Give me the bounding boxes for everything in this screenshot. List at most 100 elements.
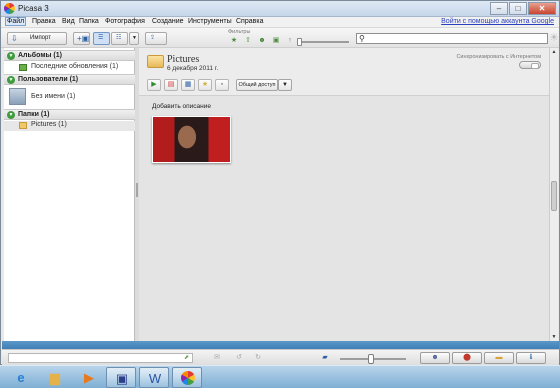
share-button[interactable]: Общий доступ	[236, 79, 278, 91]
share-tray-icon: ✉	[214, 354, 220, 361]
list-view-icon: ☰	[98, 35, 104, 41]
tree-view-icon: ☷	[116, 35, 122, 41]
menu-help[interactable]: Справка	[236, 18, 263, 25]
taskbar-picasa[interactable]	[172, 367, 202, 388]
tag-icon: ▬	[495, 354, 503, 361]
scroll-thumb[interactable]	[551, 181, 557, 211]
upload-icon[interactable]: ⇧	[244, 37, 252, 45]
pin-icon[interactable]: ⬈	[184, 354, 189, 361]
zoom-slider-handle[interactable]	[368, 354, 374, 364]
person-icon: ☻	[431, 354, 439, 361]
taskbar-explorer[interactable]: ▆	[40, 367, 70, 388]
expand-icon: ▼	[7, 52, 15, 60]
menu-file[interactable]: Файл	[5, 17, 27, 26]
menu-view[interactable]: Вид	[62, 18, 75, 25]
filter-slider-track	[301, 41, 349, 43]
star-icon[interactable]: ★	[230, 37, 238, 45]
star-album-button[interactable]: ★	[198, 79, 212, 91]
picasa-window: Picasa 3 – □ ✕ Файл Правка Вид Папка Фот…	[0, 0, 560, 365]
section-people-label: Пользователи (1)	[18, 76, 79, 83]
play-slideshow-button[interactable]: ▶	[147, 79, 161, 91]
minimize-button[interactable]: –	[490, 2, 508, 15]
menu-folder[interactable]: Папка	[79, 18, 99, 25]
section-albums[interactable]: ▼ Альбомы (1)	[4, 50, 135, 61]
photo-thumbnail[interactable]	[152, 116, 231, 163]
media-player-icon: ▶	[84, 370, 94, 385]
add-description-link[interactable]: Добавить описание	[152, 103, 211, 110]
info-button[interactable]: ℹ	[516, 352, 546, 364]
window-title: Picasa 3	[18, 4, 49, 13]
geotag-icon[interactable]: ↑	[286, 37, 294, 45]
close-button[interactable]: ✕	[528, 2, 556, 15]
menu-create[interactable]: Создание	[152, 18, 184, 25]
places-button[interactable]: ⬤	[452, 352, 482, 364]
movie-icon[interactable]: ▣	[272, 37, 280, 45]
taskbar-media-player[interactable]: ▶	[74, 367, 104, 388]
taskbar-save-app[interactable]: ▣	[106, 367, 136, 388]
view-tree-button[interactable]: ☷	[111, 32, 128, 45]
zoom-out-icon[interactable]: ▰	[320, 353, 330, 363]
window-controls: – □ ✕	[489, 2, 556, 15]
import-button[interactable]: ⇩ Импорт	[7, 32, 67, 45]
rotate-right-icon: ↻	[255, 354, 261, 361]
taskbar-ie[interactable]: e	[6, 367, 36, 388]
info-icon: ℹ	[529, 354, 533, 361]
chevron-down-icon: ▼	[132, 35, 137, 41]
scroll-up-icon[interactable]: ▲	[550, 48, 558, 56]
photo-tray-box[interactable]: ⬈	[8, 353, 193, 363]
view-dropdown-button[interactable]: ▼	[129, 32, 139, 45]
section-albums-label: Альбомы (1)	[18, 52, 62, 59]
search-input[interactable]: ⚲	[356, 33, 548, 44]
add-album-icon: +▣	[77, 34, 90, 43]
google-signin-link[interactable]: Войти с помощью аккаунта Google	[441, 18, 554, 25]
sun-icon: ☀	[549, 32, 559, 44]
person-icon[interactable]: ☻	[258, 37, 266, 45]
section-people[interactable]: ▼ Пользователи (1)	[4, 74, 135, 85]
taskbar-word[interactable]: W	[139, 367, 169, 388]
search-icon: ⚲	[359, 34, 365, 43]
star-icon: ★	[201, 81, 209, 88]
sidebar-item-recent[interactable]: Последние обновления (1)	[4, 63, 135, 73]
filters-label: Фильтры	[228, 29, 251, 35]
album-title[interactable]: Pictures	[167, 54, 199, 65]
sidebar-item-unnamed-person[interactable]: Без имени (1)	[4, 86, 135, 108]
expand-icon: ▼	[7, 76, 15, 84]
view-list-button[interactable]: ☰	[93, 32, 110, 45]
picasa-logo-icon	[4, 3, 15, 14]
add-to-album-button[interactable]: +▣	[73, 32, 90, 45]
sync-label: Синхронизировать с Интернетом	[456, 54, 541, 60]
section-folders[interactable]: ▼ Папки (1)	[4, 109, 135, 120]
people-button[interactable]: ☻	[420, 352, 450, 364]
sync-toggle[interactable]	[519, 61, 541, 69]
menu-edit[interactable]: Правка	[32, 18, 56, 25]
menu-bar: Файл Правка Вид Папка Фотография Создани…	[1, 17, 559, 28]
ie-icon: e	[17, 370, 25, 385]
upload-icon: ⇪	[150, 35, 156, 41]
collage-button[interactable]: ▦	[181, 79, 195, 91]
vertical-scrollbar[interactable]: ▲ ▼	[549, 48, 558, 341]
share-dropdown-button[interactable]: ▼	[278, 79, 292, 91]
filter-slider-handle[interactable]	[297, 38, 302, 46]
sidebar-item-unnamed-label: Без имени (1)	[31, 93, 76, 100]
upload-button[interactable]: ⇪	[145, 32, 167, 45]
import-icon: ⇩	[11, 34, 18, 43]
tags-button[interactable]: ▬	[484, 352, 514, 364]
splitter-grip[interactable]	[136, 183, 138, 197]
recent-updates-icon	[19, 64, 27, 71]
menu-tools[interactable]: Инструменты	[188, 18, 232, 25]
rotate-left-icon: ↺	[236, 354, 242, 361]
scroll-down-icon[interactable]: ▼	[550, 333, 558, 341]
folder-icon	[19, 122, 27, 129]
sidebar-item-pictures-label: Pictures (1)	[31, 121, 67, 128]
picasa-icon	[181, 371, 195, 385]
save-album-button[interactable]: ▪	[215, 79, 229, 91]
section-folders-label: Папки (1)	[18, 111, 50, 118]
slideshow-button[interactable]: ▤	[164, 79, 178, 91]
menu-photo[interactable]: Фотография	[105, 18, 145, 25]
slideshow-icon: ▤	[167, 81, 175, 88]
sidebar-item-pictures[interactable]: Pictures (1)	[4, 121, 135, 131]
maximize-button[interactable]: □	[509, 2, 527, 15]
explorer-icon: ▆	[50, 370, 60, 385]
import-label: Импорт	[30, 35, 51, 41]
play-icon: ▶	[151, 81, 157, 88]
